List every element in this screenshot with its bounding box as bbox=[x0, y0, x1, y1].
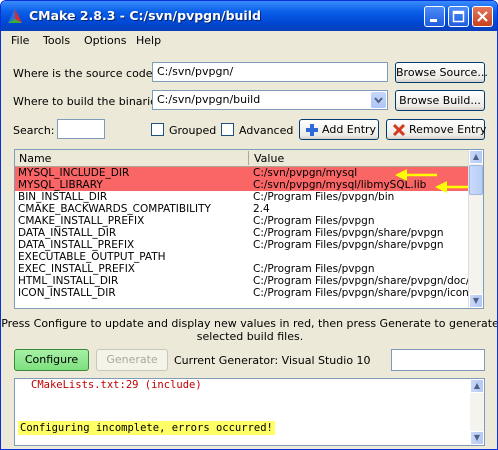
row-value-cell[interactable]: C:/Program Files/pvpgn/share/pvpgn/doc/.… bbox=[253, 275, 479, 287]
table-row[interactable]: BIN_INSTALL_DIR C:/Program Files/pvpgn/bi… bbox=[15, 191, 471, 203]
row-value-cell[interactable]: C:/Program Files/pvpgn/share/pvpgn bbox=[253, 227, 444, 239]
browse-source-button[interactable]: Browse Source... bbox=[395, 62, 488, 83]
plus-icon bbox=[306, 124, 318, 136]
row-name-cell: BIN_INSTALL_DIR bbox=[18, 191, 108, 203]
source-path-input[interactable]: C:/svn/pvpgn/ bbox=[152, 62, 388, 82]
log-scroll-down-button[interactable]: ▼ bbox=[470, 431, 484, 445]
help-message-line-2: selected build files. bbox=[196, 330, 304, 343]
column-value[interactable]: Value bbox=[254, 152, 284, 165]
row-value-cell[interactable]: C:/svn/pvpgn/mysql bbox=[253, 167, 357, 179]
grouped-label: Grouped bbox=[169, 124, 217, 137]
binaries-path-value: C:/svn/pvpgn/build bbox=[157, 93, 261, 106]
table-row[interactable]: CMAKE_INSTALL_PREFIX C:/Program Files/pvp… bbox=[15, 215, 471, 227]
source-label: Where is the source code: bbox=[13, 67, 157, 80]
menu-options[interactable]: Options bbox=[84, 34, 126, 47]
table-row[interactable]: EXECUTABLE_OUTPUT_PATH bbox=[15, 251, 471, 263]
advanced-label: Advanced bbox=[239, 124, 294, 137]
log-line-include: CMakeLists.txt:29 (include) bbox=[31, 379, 202, 391]
row-value-cell[interactable]: C:/Program Files/pvpgn bbox=[253, 215, 375, 227]
add-entry-button[interactable]: Add Entry bbox=[299, 119, 379, 140]
row-value-cell[interactable]: 2.4 bbox=[253, 203, 270, 215]
search-label: Search: bbox=[13, 124, 55, 137]
log-line-error: Configuring incomplete, errors occurred! bbox=[18, 421, 275, 435]
column-name[interactable]: Name bbox=[19, 152, 51, 165]
search-input[interactable] bbox=[57, 119, 105, 139]
table-row[interactable]: HTML_INSTALL_DIR C:/Program Files/pvpgn/s… bbox=[15, 275, 479, 287]
title-bar[interactable]: CMake 2.8.3 - C:/svn/pvpgn/build bbox=[1, 1, 497, 31]
close-button[interactable] bbox=[472, 6, 493, 27]
chevron-down-icon bbox=[374, 97, 383, 104]
binaries-label: Where to build the binaries: bbox=[13, 95, 167, 108]
arrow-left-icon bbox=[435, 181, 471, 193]
remove-entry-button[interactable]: Remove Entry bbox=[386, 119, 487, 140]
row-name-cell: EXEC_INSTALL_PREFIX bbox=[18, 263, 135, 275]
row-value-cell[interactable]: C:/Program Files/pvpgn bbox=[253, 263, 375, 275]
row-name-cell: EXECUTABLE_OUTPUT_PATH bbox=[18, 251, 166, 263]
table-row[interactable]: DATA_INSTALL_PREFIX C:/Program Files/pvpg… bbox=[15, 239, 471, 251]
minimize-button[interactable] bbox=[424, 6, 445, 27]
scroll-up-button[interactable]: ▲ bbox=[469, 150, 483, 164]
configure-button[interactable]: Configure bbox=[14, 349, 89, 371]
scroll-thumb[interactable] bbox=[469, 165, 483, 195]
scroll-down-button[interactable]: ▼ bbox=[469, 294, 483, 308]
row-name-cell: CMAKE_INSTALL_PREFIX bbox=[18, 215, 145, 227]
maximize-icon bbox=[452, 10, 465, 23]
row-name-cell: DATA_INSTALL_DIR bbox=[18, 227, 117, 239]
cache-table[interactable]: Name Value MYSQL_INCLUDE_DIR C:/svn/pvpgn… bbox=[14, 149, 484, 309]
minimize-icon bbox=[430, 19, 437, 22]
log-scroll-up-button[interactable]: ▲ bbox=[470, 379, 484, 393]
remove-x-icon bbox=[392, 123, 406, 137]
cmake-window: CMake 2.8.3 - C:/svn/pvpgn/build File To… bbox=[0, 0, 498, 450]
menu-bar: File Tools Options Help bbox=[1, 31, 497, 51]
advanced-checkbox[interactable] bbox=[221, 123, 234, 136]
column-divider[interactable] bbox=[248, 151, 249, 165]
row-name-cell: DATA_INSTALL_PREFIX bbox=[18, 239, 135, 251]
table-scrollbar[interactable]: ▲ ▼ bbox=[468, 150, 483, 308]
table-rows: MYSQL_INCLUDE_DIR C:/svn/pvpgn/mysql MYSQL… bbox=[15, 167, 483, 299]
menu-file[interactable]: File bbox=[11, 34, 29, 47]
add-entry-label: Add Entry bbox=[322, 123, 377, 136]
cmake-logo-icon bbox=[8, 9, 22, 23]
combo-dropdown-button[interactable] bbox=[371, 92, 386, 108]
log-scrollbar[interactable]: ▲ ▼ bbox=[470, 379, 484, 445]
browse-build-button[interactable]: Browse Build... bbox=[395, 90, 485, 111]
table-row[interactable]: DATA_INSTALL_DIR C:/Program Files/pvpgn/s… bbox=[15, 227, 471, 239]
current-generator-label: Current Generator: Visual Studio 10 bbox=[174, 354, 371, 367]
menu-help[interactable]: Help bbox=[136, 34, 161, 47]
row-name-cell: HTML_INSTALL_DIR bbox=[18, 275, 119, 287]
close-icon bbox=[477, 11, 488, 22]
generate-button[interactable]: Generate bbox=[96, 349, 168, 371]
row-name-cell: ICON_INSTALL_DIR bbox=[18, 287, 116, 299]
table-row[interactable]: CMAKE_BACKWARDS_COMPATIBILITY 2.4 bbox=[15, 203, 471, 215]
row-name-cell: CMAKE_BACKWARDS_COMPATIBILITY bbox=[18, 203, 211, 215]
row-value-cell[interactable]: C:/Program Files/pvpgn/share/pvpgn/icons… bbox=[253, 287, 483, 299]
output-log[interactable]: CMakeLists.txt:29 (include) Configuring … bbox=[14, 378, 485, 446]
row-name-cell: MYSQL_INCLUDE_DIR bbox=[18, 167, 130, 179]
row-value-cell[interactable]: C:/Program Files/pvpgn/bin bbox=[253, 191, 394, 203]
menu-tools[interactable]: Tools bbox=[43, 34, 70, 47]
table-row[interactable]: EXEC_INSTALL_PREFIX C:/Program Files/pvpg… bbox=[15, 263, 471, 275]
binaries-path-combo[interactable]: C:/svn/pvpgn/build bbox=[152, 90, 388, 110]
grouped-checkbox[interactable] bbox=[151, 123, 164, 136]
window-title: CMake 2.8.3 - C:/svn/pvpgn/build bbox=[29, 8, 261, 23]
help-message-line-1: Press Configure to update and display ne… bbox=[1, 317, 498, 330]
arrow-left-icon bbox=[395, 169, 437, 181]
maximize-button[interactable] bbox=[448, 6, 469, 27]
row-name-cell: MYSQL_LIBRARY bbox=[18, 179, 103, 191]
status-field bbox=[391, 349, 485, 371]
table-header: Name Value bbox=[15, 150, 471, 167]
row-value-cell[interactable]: C:/Program Files/pvpgn/share/pvpgn bbox=[253, 239, 444, 251]
remove-entry-label: Remove Entry bbox=[409, 123, 487, 136]
table-row[interactable]: ICON_INSTALL_DIR C:/Program Files/pvpgn/s… bbox=[15, 287, 483, 299]
